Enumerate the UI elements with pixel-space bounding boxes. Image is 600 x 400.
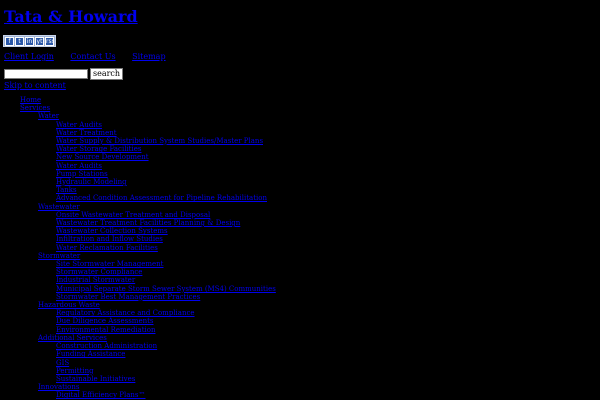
nav-link-digital-efficiency-plans[interactable]: Digital Efficiency Plans™ bbox=[56, 391, 145, 399]
list-item: Wastewater Treatment Facilities Planning… bbox=[56, 219, 276, 227]
list-item: Water Reclamation Facilities bbox=[56, 244, 276, 252]
nav-link-additional-services[interactable]: Additional Services bbox=[38, 334, 107, 342]
nav-link-wastewater[interactable]: Wastewater bbox=[38, 203, 80, 211]
list-item: Water Storage Facilities bbox=[56, 145, 276, 153]
stormwater-submenu: Site Stormwater Management Stormwater Co… bbox=[38, 260, 276, 301]
list-item: Water Audits bbox=[56, 162, 276, 170]
additional-services-submenu: Construction Administration Funding Assi… bbox=[38, 342, 276, 383]
site-title[interactable]: Tata & Howard bbox=[4, 7, 138, 26]
list-item: Funding Assistance bbox=[56, 350, 276, 358]
nav-item-additional-services: Additional Services Construction Adminis… bbox=[38, 334, 276, 383]
nav-link-ms4-communities[interactable]: Municipal Separate Storm Sewer System (M… bbox=[56, 285, 276, 293]
nav-link-onsite-wastewater[interactable]: Onsite Wastewater Treatment and Disposal bbox=[56, 211, 210, 219]
list-item: Due Diligence Assessments bbox=[56, 317, 276, 325]
nav-link-stormwater-compliance[interactable]: Stormwater Compliance bbox=[56, 268, 142, 276]
youtube-icon[interactable]: yt bbox=[35, 36, 44, 46]
nav-link-hydraulic-modeling[interactable]: Hydraulic Modeling bbox=[56, 178, 127, 186]
list-item: Water Audits bbox=[56, 121, 276, 129]
list-item: Digital Efficiency Plans™ bbox=[56, 391, 276, 399]
list-item: Municipal Separate Storm Sewer System (M… bbox=[56, 285, 276, 293]
nav-link-site-stormwater[interactable]: Site Stormwater Management bbox=[56, 260, 163, 268]
list-item: Environmental Remediation bbox=[56, 326, 276, 334]
nav-item-hazardous-waste: Hazardous Waste Regulatory Assistance an… bbox=[38, 301, 276, 334]
nav-link-hazardous-waste[interactable]: Hazardous Waste bbox=[38, 301, 100, 309]
list-item: Tanks bbox=[56, 186, 276, 194]
hazardous-waste-submenu: Regulatory Assistance and Compliance Due… bbox=[38, 309, 276, 334]
list-item: Construction Administration bbox=[56, 342, 276, 350]
nav-link-gis[interactable]: GIS bbox=[56, 359, 69, 367]
nav-link-water[interactable]: Water bbox=[38, 112, 59, 120]
nav-item-stormwater: Stormwater Site Stormwater Management St… bbox=[38, 252, 276, 301]
nav-link-industrial-stormwater[interactable]: Industrial Stormwater bbox=[56, 276, 135, 284]
list-item: GIS bbox=[56, 359, 276, 367]
nav-link-water-reclamation[interactable]: Water Reclamation Facilities bbox=[56, 244, 158, 252]
list-item: Industrial Stormwater bbox=[56, 276, 276, 284]
nav-link-home[interactable]: Home bbox=[20, 96, 41, 104]
list-item: Hydraulic Modeling bbox=[56, 178, 276, 186]
water-submenu: Water Audits Water Treatment Water Suppl… bbox=[38, 121, 276, 203]
rss-icon[interactable]: rss bbox=[45, 36, 54, 46]
nav-link-water-treatment[interactable]: Water Treatment bbox=[56, 129, 117, 137]
list-item: Water Treatment bbox=[56, 129, 276, 137]
sitemap-link[interactable]: Sitemap bbox=[132, 52, 165, 61]
list-item: Onsite Wastewater Treatment and Disposal bbox=[56, 211, 276, 219]
list-item: Stormwater Best Management Practices bbox=[56, 293, 276, 301]
nav-link-water-audits[interactable]: Water Audits bbox=[56, 121, 102, 129]
search-button[interactable]: search bbox=[90, 68, 124, 80]
nav-link-due-diligence[interactable]: Due Diligence Assessments bbox=[56, 317, 154, 325]
nav-link-funding-assistance[interactable]: Funding Assistance bbox=[56, 350, 125, 358]
innovations-submenu: Digital Efficiency Plans™ bbox=[38, 391, 276, 399]
nav-link-tanks[interactable]: Tanks bbox=[56, 186, 77, 194]
search-form: search bbox=[4, 68, 124, 80]
nav-list: Home Services Water Water Audits Water T… bbox=[20, 96, 276, 400]
search-input[interactable] bbox=[4, 69, 88, 79]
nav-link-water-storage-facilities[interactable]: Water Storage Facilities bbox=[56, 145, 141, 153]
list-item: Permitting bbox=[56, 367, 276, 375]
nav-link-innovations[interactable]: Innovations bbox=[38, 383, 80, 391]
linkedin-icon[interactable]: in bbox=[25, 36, 34, 46]
nav-link-sustainable-initiatives[interactable]: Sustainable Initiatives bbox=[56, 375, 135, 383]
nav-link-services[interactable]: Services bbox=[20, 104, 50, 112]
list-item: Pump Stations bbox=[56, 170, 276, 178]
facebook-icon[interactable]: f bbox=[5, 36, 14, 46]
list-item: Advanced Condition Assessment for Pipeli… bbox=[56, 194, 276, 202]
nav-item-services: Services Water Water Audits Water Treatm… bbox=[20, 104, 276, 399]
nav-link-water-audits-2[interactable]: Water Audits bbox=[56, 162, 102, 170]
list-item: Stormwater Compliance bbox=[56, 268, 276, 276]
nav-link-infiltration-inflow[interactable]: Infiltration and Inflow Studies bbox=[56, 235, 163, 243]
nav-link-environmental-remediation[interactable]: Environmental Remediation bbox=[56, 326, 155, 334]
nav-link-construction-administration[interactable]: Construction Administration bbox=[56, 342, 157, 350]
nav-link-wastewater-treatment-facilities[interactable]: Wastewater Treatment Facilities Planning… bbox=[56, 219, 240, 227]
nav-item-innovations: Innovations Digital Efficiency Plans™ bbox=[38, 383, 276, 399]
nav-link-permitting[interactable]: Permitting bbox=[56, 367, 94, 375]
nav-link-new-source-development[interactable]: New Source Development bbox=[56, 153, 149, 161]
nav-item-water: Water Water Audits Water Treatment Water… bbox=[38, 112, 276, 202]
list-item: Site Stormwater Management bbox=[56, 260, 276, 268]
nav-link-pump-stations[interactable]: Pump Stations bbox=[56, 170, 108, 178]
main-navigation: Home Services Water Water Audits Water T… bbox=[20, 96, 276, 400]
list-item: Wastewater Collection Systems bbox=[56, 227, 276, 235]
twitter-icon[interactable]: t bbox=[15, 36, 24, 46]
nav-item-wastewater: Wastewater Onsite Wastewater Treatment a… bbox=[38, 203, 276, 252]
list-item: Sustainable Initiatives bbox=[56, 375, 276, 383]
top-links: Client Login Contact Us Sitemap bbox=[4, 52, 180, 62]
list-item: Infiltration and Inflow Studies bbox=[56, 235, 276, 243]
nav-link-water-supply-distribution[interactable]: Water Supply & Distribution System Studi… bbox=[56, 137, 263, 145]
list-item: New Source Development bbox=[56, 153, 276, 161]
wastewater-submenu: Onsite Wastewater Treatment and Disposal… bbox=[38, 211, 276, 252]
nav-link-wastewater-collection[interactable]: Wastewater Collection Systems bbox=[56, 227, 168, 235]
nav-link-regulatory-assistance[interactable]: Regulatory Assistance and Compliance bbox=[56, 309, 195, 317]
nav-link-advanced-condition-assessment[interactable]: Advanced Condition Assessment for Pipeli… bbox=[56, 194, 267, 202]
list-item: Water Supply & Distribution System Studi… bbox=[56, 137, 276, 145]
nav-item-home: Home bbox=[20, 96, 276, 104]
contact-us-link[interactable]: Contact Us bbox=[70, 52, 115, 61]
client-login-link[interactable]: Client Login bbox=[4, 52, 54, 61]
skip-to-content-link[interactable]: Skip to content bbox=[4, 81, 66, 90]
services-submenu: Water Water Audits Water Treatment Water… bbox=[20, 112, 276, 399]
social-icons-bar: f t in yt rss bbox=[3, 35, 56, 47]
list-item: Regulatory Assistance and Compliance bbox=[56, 309, 276, 317]
nav-link-stormwater[interactable]: Stormwater bbox=[38, 252, 80, 260]
nav-link-stormwater-bmp[interactable]: Stormwater Best Management Practices bbox=[56, 293, 200, 301]
